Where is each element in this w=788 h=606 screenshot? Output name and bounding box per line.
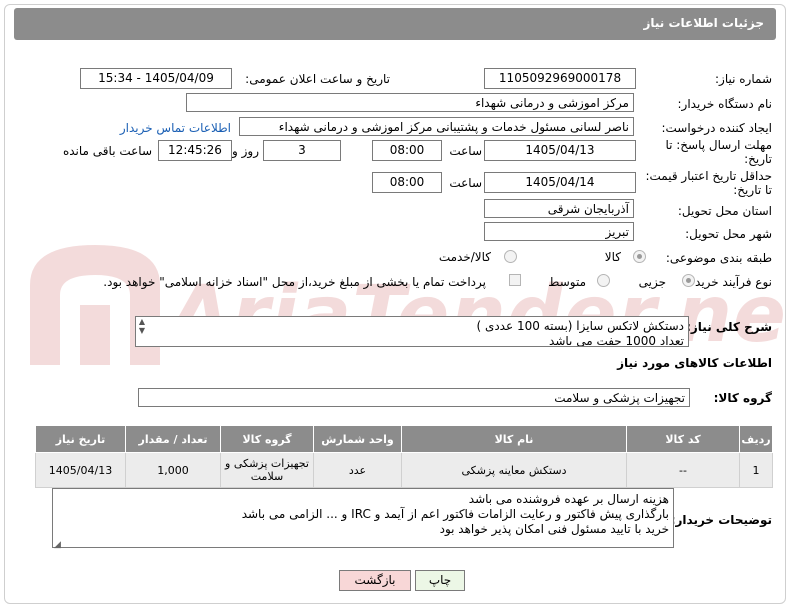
need-description-line-1: دستکش لاتکس سایزl (بسته 100 عددی )	[476, 319, 684, 333]
col-header-quantity: تعداد / مقدار	[125, 425, 221, 453]
buyer-notes-line-1: هزینه ارسال بر عهده فروشنده می باشد	[468, 492, 669, 506]
delivery-city-label: شهر محل تحویل:	[685, 227, 772, 241]
remaining-time-field: 12:45:26	[158, 140, 232, 161]
requester-field: ناصر لسانی مسئول خدمات و پشتیبانی مرکز ا…	[239, 117, 634, 136]
announce-datetime-label: تاریخ و ساعت اعلان عمومی:	[245, 72, 390, 86]
price-validity-time-field: 08:00	[372, 172, 442, 193]
table-header-row: ردیف کد کالا نام کالا واحد شمارش گروه کا…	[35, 425, 773, 453]
category-option-goods-service: کالا/خدمت	[438, 250, 491, 264]
col-header-goods-code: کد کالا	[626, 425, 740, 453]
process-option-medium: متوسط	[548, 275, 586, 289]
price-validity-date-field: 1405/04/14	[484, 172, 636, 193]
process-radio-minor[interactable]	[682, 274, 695, 287]
col-header-need-date: تاریخ نیاز	[35, 425, 126, 453]
buyer-org-label: نام دستگاه خریدار:	[677, 97, 773, 111]
goods-group-label: گروه کالا:	[713, 391, 772, 405]
reply-deadline-time-label: ساعت	[449, 144, 482, 158]
need-number-label: شماره نیاز:	[715, 72, 772, 86]
buyer-contact-link[interactable]: اطلاعات تماس خریدار	[120, 121, 231, 135]
goods-table: ردیف کد کالا نام کالا واحد شمارش گروه کا…	[35, 425, 773, 488]
need-description-label: شرح کلی نیاز:	[686, 320, 772, 334]
page-header: جزئیات اطلاعات نیاز	[14, 8, 776, 40]
cell-goods-code: --	[626, 452, 740, 488]
category-radio-goods[interactable]	[633, 250, 646, 263]
reply-deadline-label: مهلت ارسال پاسخ: تا	[665, 138, 772, 152]
delivery-province-field: آذربایجان شرقی	[484, 199, 634, 218]
remaining-days-label: روز و	[232, 144, 259, 158]
cell-need-date: 1405/04/13	[35, 452, 126, 488]
back-button[interactable]: بازگشت	[339, 570, 411, 591]
process-type-label: نوع فرآیند خرید :	[687, 275, 772, 289]
page-title: جزئیات اطلاعات نیاز	[643, 16, 764, 30]
cell-row-number: 1	[739, 452, 773, 488]
need-number-field: 1105092969000178	[484, 68, 636, 89]
need-description-line-2: تعداد 1000 جفت می باشد	[549, 334, 684, 347]
treasury-payment-note: پرداخت تمام یا بخشی از مبلغ خرید،از محل …	[103, 275, 486, 289]
cell-unit: عدد	[313, 452, 402, 488]
goods-info-title: اطلاعات کالاهای مورد نیاز	[617, 356, 772, 370]
remaining-time-label: ساعت باقی مانده	[62, 144, 152, 158]
process-option-minor: جزیی	[638, 275, 666, 289]
reply-deadline-date-field: 1405/04/13	[484, 140, 636, 161]
goods-group-field: تجهیزات پزشکی و سلامت	[138, 388, 690, 407]
delivery-city-field: تبریز	[484, 222, 634, 241]
category-radio-goods-service[interactable]	[504, 250, 517, 263]
need-description-textarea: دستکش لاتکس سایزl (بسته 100 عددی ) تعداد…	[135, 316, 689, 347]
price-validity-label: حداقل تاریخ اعتبار قیمت:	[645, 169, 772, 183]
price-validity-time-label: ساعت	[449, 176, 482, 190]
buyer-notes-line-3: خرید با تایید مسئول فنی امکان پذیر خواهد…	[439, 522, 669, 536]
announce-datetime-field: 1405/04/09 - 15:34	[80, 68, 232, 89]
buyer-notes-textarea: هزینه ارسال بر عهده فروشنده می باشد بارگ…	[52, 488, 674, 548]
buyer-org-field: مرکز اموزشی و درمانی شهداء	[186, 93, 634, 112]
delivery-province-label: استان محل تحویل:	[677, 204, 772, 218]
reply-deadline-time-field: 08:00	[372, 140, 442, 161]
col-header-unit: واحد شمارش	[313, 425, 402, 453]
resize-handle-icon[interactable]: ◢	[54, 540, 61, 550]
col-header-goods-name: نام کالا	[401, 425, 627, 453]
reply-deadline-label-date: تاریخ:	[744, 152, 772, 166]
cell-quantity: 1,000	[125, 452, 221, 488]
process-radio-medium[interactable]	[597, 274, 610, 287]
table-row: 1 -- دستکش معاینه پزشکی عدد تجهیزات پزشک…	[35, 452, 773, 488]
need-description-scroll[interactable]: ▲ ▼	[137, 317, 147, 335]
category-label: طبقه بندی موضوعی:	[665, 251, 772, 265]
print-button[interactable]: چاپ	[415, 570, 465, 591]
buyer-notes-line-2: بارگذاری پیش فاکتور و رعایت الزامات فاکت…	[241, 507, 669, 521]
category-option-goods: کالا	[604, 250, 621, 264]
col-header-row-number: ردیف	[739, 425, 773, 453]
price-validity-label-date: تا تاریخ:	[733, 183, 772, 197]
remaining-days-field: 3	[263, 140, 341, 161]
requester-label: ایجاد کننده درخواست:	[661, 121, 772, 135]
col-header-goods-group: گروه کالا	[220, 425, 314, 453]
cell-goods-name: دستکش معاینه پزشکی	[401, 452, 627, 488]
cell-goods-group: تجهیزات پزشکی و سلامت	[220, 452, 314, 488]
treasury-payment-checkbox[interactable]	[509, 274, 521, 286]
buyer-notes-label: توضیحات خریدار:	[670, 513, 772, 527]
